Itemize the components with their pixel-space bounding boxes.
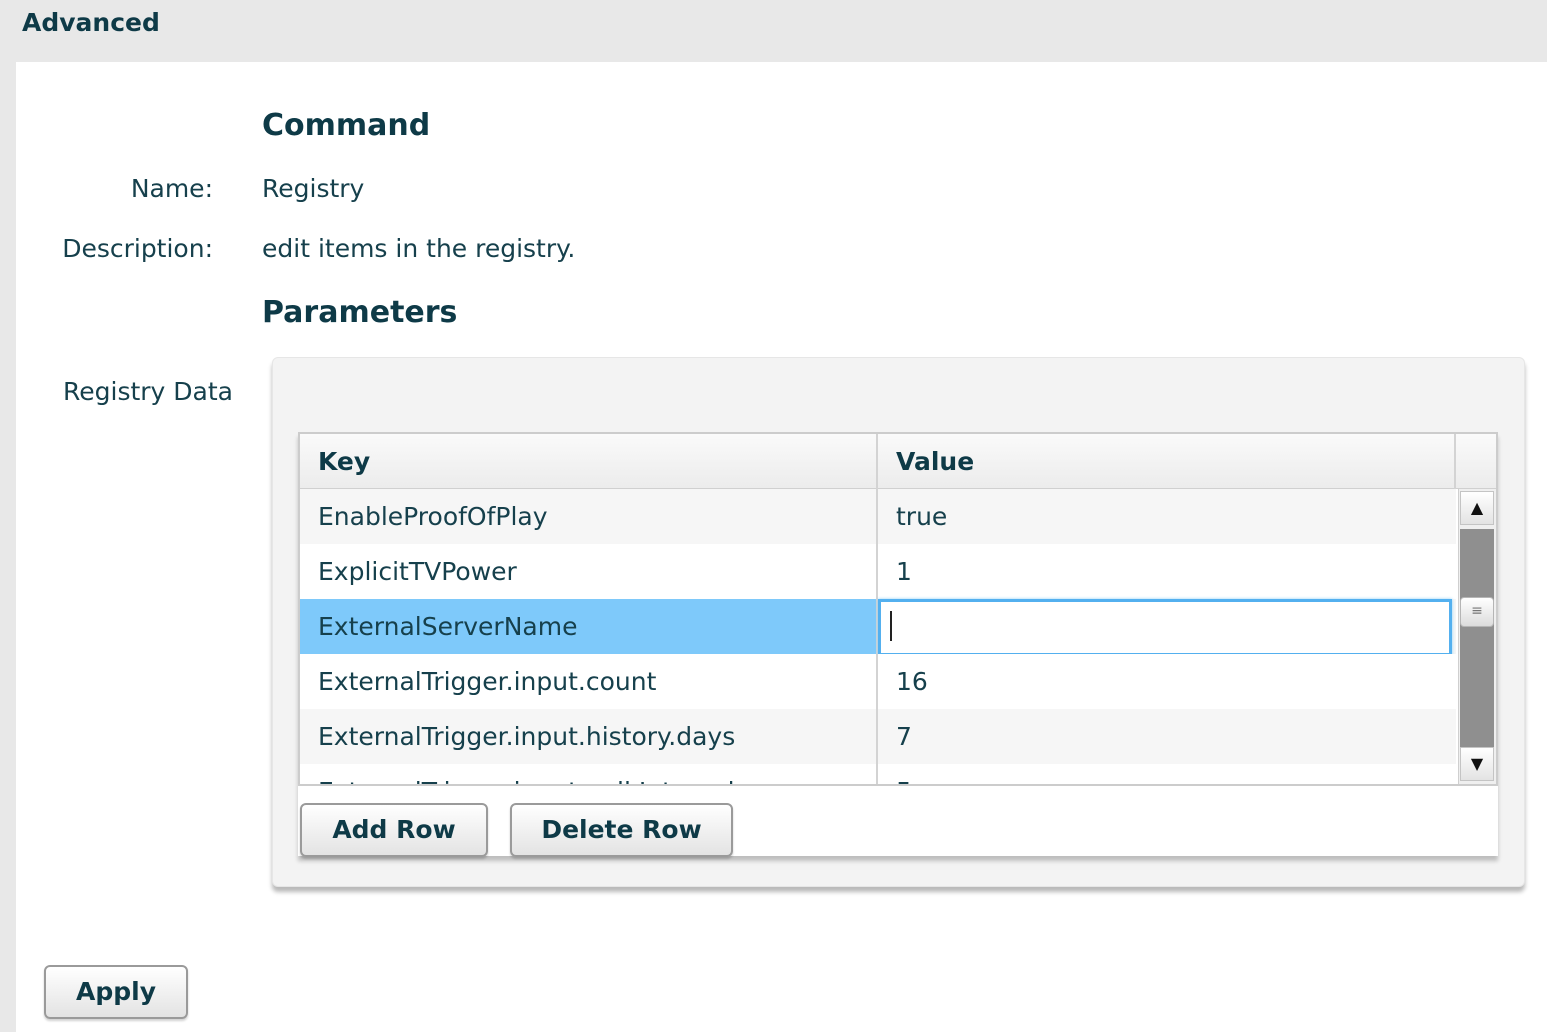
key-cell[interactable]: EnableProofOfPlay	[300, 489, 878, 544]
registry-data-label: Registry Data	[63, 377, 233, 406]
scrollbar-thumb[interactable]: ≡	[1460, 597, 1494, 627]
table-row[interactable]: ExternalTrigger.input.count 16	[300, 654, 1456, 709]
value-cell[interactable]: 1	[878, 544, 1456, 599]
value-cell[interactable]: 5	[878, 764, 1456, 784]
value-cell-editor[interactable]	[878, 599, 1452, 656]
value-cell[interactable]: 16	[878, 654, 1456, 709]
table-row[interactable]: EnableProofOfPlay true	[300, 489, 1456, 544]
name-label: Name:	[130, 174, 213, 203]
column-header-key[interactable]: Key	[300, 434, 878, 489]
table-row[interactable]: ExternalTrigger.input.history.days 7	[300, 709, 1456, 764]
left-border	[0, 62, 16, 1032]
key-cell[interactable]: ExplicitTVPower	[300, 544, 878, 599]
key-cell[interactable]: ExternalTrigger.input.poll.Interval	[300, 764, 878, 784]
table-row-selected[interactable]: ExternalServerName	[300, 599, 1456, 656]
registry-grid-container: Key Value EnableProofOfPlay true Explici…	[298, 432, 1498, 857]
grid-header: Key Value	[300, 434, 1496, 489]
key-cell[interactable]: ExternalTrigger.input.history.days	[300, 709, 878, 764]
description-value: edit items in the registry.	[262, 234, 576, 263]
scroll-down-arrow-icon[interactable]: ▼	[1460, 747, 1494, 781]
name-value: Registry	[262, 174, 365, 203]
scroll-up-arrow-icon[interactable]: ▲	[1460, 491, 1494, 525]
table-row-partial[interactable]: ExternalTrigger.input.poll.Interval 5	[300, 764, 1456, 784]
key-cell[interactable]: ExternalTrigger.input.count	[300, 654, 878, 709]
section-header: Advanced	[0, 0, 1547, 62]
text-caret	[890, 611, 892, 641]
delete-row-button[interactable]: Delete Row	[510, 803, 733, 857]
column-header-corner	[1456, 434, 1496, 489]
description-label: Description:	[62, 234, 213, 263]
parameters-heading: Parameters	[262, 295, 458, 330]
table-row[interactable]: ExplicitTVPower 1	[300, 544, 1456, 599]
add-row-button[interactable]: Add Row	[300, 803, 488, 857]
registry-grid: Key Value EnableProofOfPlay true Explici…	[298, 432, 1498, 786]
command-heading: Command	[262, 108, 431, 143]
value-cell[interactable]: true	[878, 489, 1456, 544]
scrollbar-track[interactable]: ≡	[1460, 529, 1494, 749]
key-cell[interactable]: ExternalServerName	[300, 599, 878, 654]
apply-button[interactable]: Apply	[44, 965, 188, 1019]
value-cell[interactable]: 7	[878, 709, 1456, 764]
section-title: Advanced	[22, 8, 160, 37]
column-header-value[interactable]: Value	[878, 434, 1456, 489]
vertical-scrollbar[interactable]: ▲ ≡ ▼	[1458, 489, 1496, 784]
